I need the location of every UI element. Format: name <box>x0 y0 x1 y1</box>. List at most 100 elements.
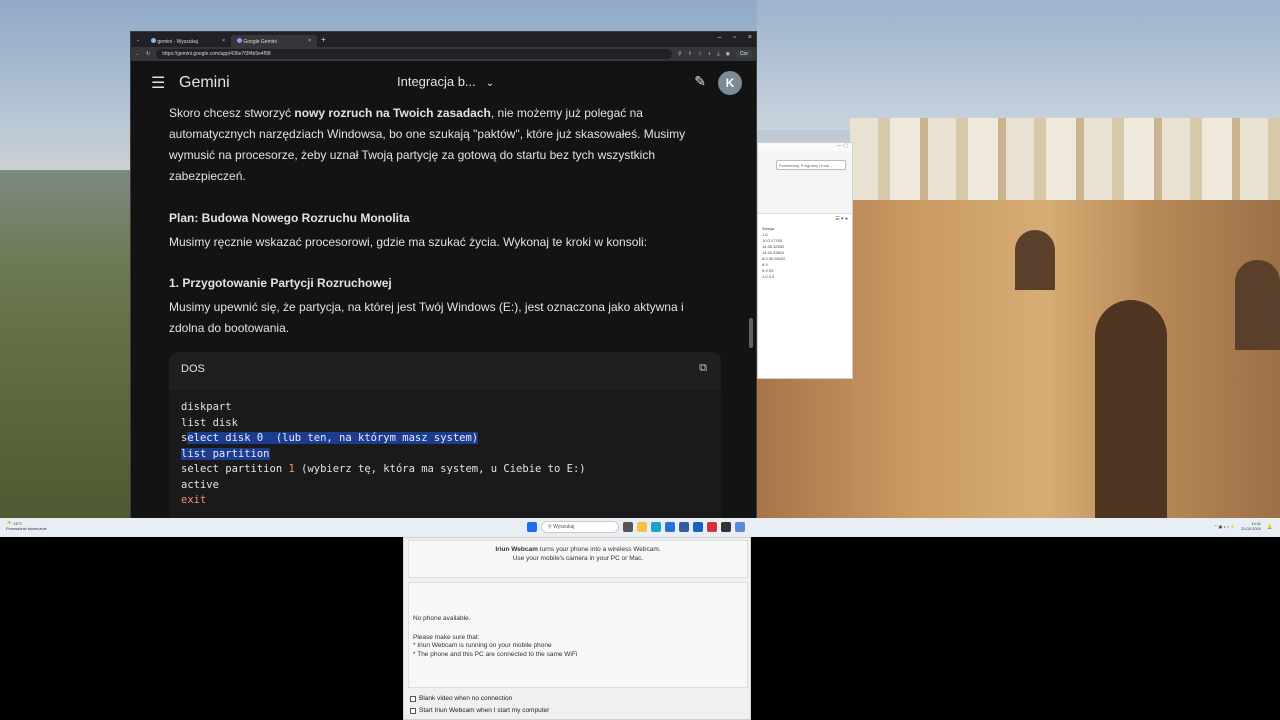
profile-button[interactable]: Cor <box>735 50 752 58</box>
system-tray: ⌃ ▣ ◐ ♪ ⚡ 14:11 23.03.2024 🔔 <box>1214 521 1272 531</box>
code-line: list partition <box>181 447 709 463</box>
browser-window: ⌄ gemini - Wyszukaj × Google Gemini × + … <box>130 31 757 518</box>
plan-text: Musimy ręcznie wskazać procesorowi, gdzi… <box>169 235 648 249</box>
blank-video-checkbox[interactable]: Blank video when no connection <box>410 695 512 702</box>
clock[interactable]: 14:11 23.03.2024 <box>1241 521 1261 531</box>
tab-gemini-search[interactable]: gemini - Wyszukaj × <box>145 35 231 47</box>
close-icon[interactable]: × <box>748 34 752 41</box>
chat-title-dropdown[interactable]: Integracja b... ⌄ <box>397 74 494 89</box>
bold-text: nowy rozruch na Twoich zasadach <box>294 106 491 120</box>
minimize-icon[interactable]: – <box>718 34 722 41</box>
selected-text: elect disk 0 (lub ten, na którym masz sy… <box>187 432 479 444</box>
task-view-icon[interactable] <box>623 522 633 532</box>
programs-features-window[interactable]: — ▢ Przeszukaj: Programy i funk... ☰ ▾ ●… <box>757 142 853 379</box>
url-input[interactable]: https://gemini.google.com/app/436e7f3f4b… <box>156 49 672 59</box>
toolbar-icons: ⚲ ⇪ ☆ ◐ ⤓ ◉ Cor <box>678 50 752 58</box>
chat-response: Skoro chcesz stworzyć nowy rozruch na Tw… <box>131 105 756 518</box>
maximize-icon[interactable]: ▫ <box>733 34 735 41</box>
wallpaper-town <box>850 118 1280 213</box>
start-icon[interactable] <box>527 522 537 532</box>
text: turns your phone into a wireless Webcam. <box>537 546 661 553</box>
taskbar: ☀ 16°C Przeważnie słonecznie ⚲ Wyszukaj … <box>0 518 1280 537</box>
copy-icon[interactable]: ⧉ <box>699 362 707 375</box>
window-controls: – ▫ × <box>718 34 752 41</box>
bookmark-icon[interactable]: ☆ <box>698 51 702 57</box>
store-icon[interactable] <box>679 522 689 532</box>
iriun-brand: Iriun Webcam <box>495 546 538 553</box>
gemini-header: ☰ Gemini Integracja b... ⌄ ✎ K <box>131 61 756 105</box>
iriun-status-panel: No phone available. Please make sure tha… <box>408 582 748 688</box>
text: Skoro chcesz stworzyć <box>169 106 295 120</box>
code-block: DOS ⧉ diskpart list disk select disk 0 (… <box>169 352 721 518</box>
chevron-down-icon: ⌄ <box>485 78 495 89</box>
zoom-icon[interactable]: ⚲ <box>678 51 682 57</box>
profile-icon[interactable]: ◉ <box>726 51 730 57</box>
code-line: select disk 0 (lub ten, na którym masz s… <box>181 431 709 447</box>
settings-icon[interactable] <box>735 522 745 532</box>
menu-icon[interactable]: ☰ <box>151 73 175 93</box>
app-icon[interactable] <box>707 522 717 532</box>
extension-icon[interactable]: ◐ <box>708 51 711 57</box>
instruction-item: * Iriun Webcam is running on your mobile… <box>413 642 552 649</box>
step1-heading: 1. Przygotowanie Partycji Rozruchowej <box>169 276 392 290</box>
autostart-checkbox[interactable]: Start Iriun Webcam when I start my compu… <box>410 707 549 714</box>
desktop: — ▢ Przeszukaj: Programy i funk... ☰ ▾ ●… <box>0 0 1280 537</box>
programs-list-pane: ☰ ▾ ● Wersja 1.6 10.0.17763 14.36.32532 … <box>758 213 852 378</box>
avatar[interactable]: K <box>718 71 742 95</box>
file-explorer-icon[interactable] <box>637 522 647 532</box>
weather-desc: Przeważnie słonecznie <box>6 526 47 531</box>
download-icon[interactable]: ⤓ <box>717 51 719 57</box>
code-text: select partition <box>181 463 289 475</box>
programs-search-input[interactable]: Przeszukaj: Programy i funk... <box>776 160 846 170</box>
text: automatycznych narzędziach Windowsa, bo … <box>169 127 686 141</box>
checkbox-label: Blank video when no connection <box>419 695 513 702</box>
window-controls[interactable]: — ▢ <box>758 143 852 151</box>
code-line: exit <box>181 494 207 506</box>
taskbar-search-input[interactable]: ⚲ Wyszukaj <box>541 521 619 533</box>
new-tab-button[interactable]: + <box>321 35 326 44</box>
share-icon[interactable]: ⇪ <box>688 51 692 57</box>
close-tab-icon[interactable]: × <box>308 38 311 44</box>
date: 23.03.2024 <box>1240 526 1262 531</box>
reload-icon[interactable]: ↻ <box>146 51 150 57</box>
tray-icons[interactable]: ⌃ ▣ ◐ ♪ ⚡ <box>1214 524 1235 529</box>
plan-heading: Plan: Budowa Nowego Rozruchu Monolita <box>169 211 410 225</box>
checkbox-label: Start Iriun Webcam when I start my compu… <box>419 707 550 714</box>
code-language-label: DOS <box>181 363 205 375</box>
iriun-icon[interactable] <box>721 522 731 532</box>
wallpaper-hills <box>0 170 140 520</box>
view-options-icon[interactable]: ☰ ▾ ● <box>758 214 852 224</box>
back-icon[interactable]: ← <box>135 51 140 57</box>
tab-label: Google Gemini <box>243 38 277 45</box>
edge-icon[interactable] <box>651 522 661 532</box>
list-item[interactable]: 1.0.3.4 <box>762 274 850 280</box>
mail-icon[interactable] <box>693 522 703 532</box>
checkbox[interactable] <box>410 695 416 702</box>
instructions-title: Please make sure that: <box>413 633 480 641</box>
close-tab-icon[interactable]: × <box>222 38 225 44</box>
gemini-logo: Gemini <box>179 74 230 91</box>
code-body[interactable]: diskpart list disk select disk 0 (lub te… <box>169 390 721 518</box>
code-line: select partition 1 (wybierz tę, która ma… <box>181 462 709 478</box>
version-column: Wersja 1.6 10.0.17763 14.36.32532 14.40.… <box>758 224 852 282</box>
tab-google-gemini[interactable]: Google Gemini × <box>231 35 317 47</box>
iriun-intro: Iriun Webcam turns your phone into a wir… <box>408 540 748 578</box>
new-chat-icon[interactable]: ✎ <box>694 73 706 90</box>
weather-widget[interactable]: ☀ 16°C Przeważnie słonecznie <box>6 520 47 531</box>
text: zabezpieczeń. <box>169 169 246 183</box>
tab-search-icon[interactable]: ⌄ <box>131 37 145 43</box>
iriun-webcam-window: Iriun Webcam turns your phone into a wir… <box>403 537 751 720</box>
text: Musimy upewnić się, że partycja, na któr… <box>169 300 684 314</box>
text: wymusić na procesorze, żeby uznał Twoją … <box>169 148 655 162</box>
code-text: (wybierz tę, która ma system, u Ciebie t… <box>294 463 586 475</box>
status-text: No phone available. <box>413 615 471 622</box>
google-icon <box>151 37 156 43</box>
code-line: active <box>181 478 219 491</box>
code-line: diskpart <box>181 401 232 413</box>
checkbox[interactable] <box>410 707 416 714</box>
chrome-icon[interactable] <box>665 522 675 532</box>
scrollbar-thumb[interactable] <box>749 318 753 348</box>
tab-label: gemini - Wyszukaj <box>157 38 198 45</box>
selected-text: list partition <box>181 447 270 460</box>
notification-icon[interactable]: 🔔 <box>1267 524 1272 529</box>
